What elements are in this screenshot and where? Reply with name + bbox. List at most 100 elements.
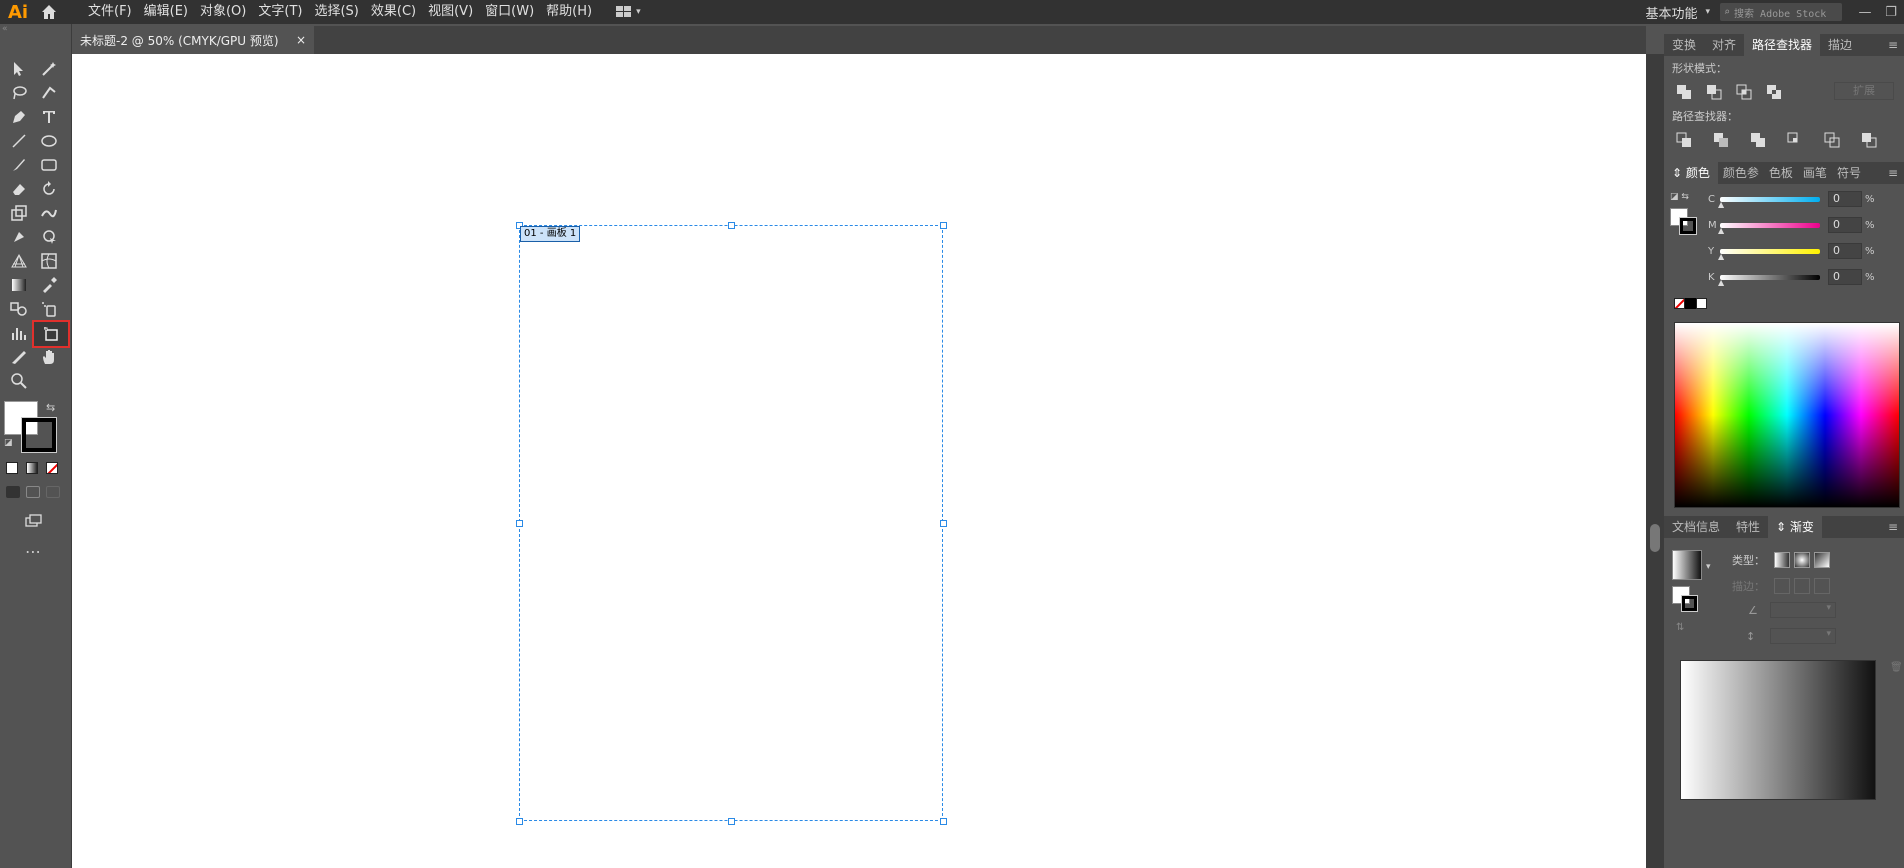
- type-tool-icon[interactable]: [36, 106, 62, 128]
- artboard-handle[interactable]: [940, 520, 947, 527]
- exclude-icon[interactable]: [1764, 82, 1784, 102]
- home-icon[interactable]: [36, 1, 62, 23]
- tab-symbols[interactable]: 符号: [1832, 162, 1866, 184]
- linear-gradient-icon[interactable]: [1774, 552, 1790, 568]
- tab-transform[interactable]: 变换: [1664, 34, 1704, 56]
- artboard-handle[interactable]: [516, 818, 523, 825]
- draw-behind-icon[interactable]: [26, 486, 40, 498]
- reverse-gradient-icon[interactable]: ⇅: [1676, 622, 1684, 633]
- puppet-warp-icon[interactable]: [6, 226, 32, 248]
- magic-wand-icon[interactable]: [36, 58, 62, 80]
- menu-help[interactable]: 帮助(H): [540, 0, 598, 24]
- shape-builder-icon[interactable]: [36, 226, 62, 248]
- close-icon[interactable]: ×: [296, 33, 306, 47]
- menu-select[interactable]: 选择(S): [308, 0, 364, 24]
- stroke-along-icon[interactable]: [1794, 578, 1810, 594]
- slice-tool-icon[interactable]: [6, 346, 32, 368]
- unite-icon[interactable]: [1674, 82, 1694, 102]
- tab-gradient[interactable]: ⇕ 渐变: [1768, 516, 1822, 538]
- angle-field[interactable]: ▾: [1770, 602, 1836, 618]
- trash-icon[interactable]: 🗑: [1890, 662, 1903, 673]
- perspective-grid-icon[interactable]: [6, 250, 32, 272]
- aspect-ratio-field[interactable]: ▾: [1770, 628, 1836, 644]
- black-value[interactable]: 0: [1828, 269, 1862, 285]
- stroke-across-icon[interactable]: [1814, 578, 1830, 594]
- blend-tool-icon[interactable]: [6, 298, 32, 320]
- artboard-handle[interactable]: [728, 818, 735, 825]
- artboard-tool-icon[interactable]: [32, 320, 70, 348]
- artboard-handle[interactable]: [940, 222, 947, 229]
- minus-back-icon[interactable]: [1859, 130, 1879, 150]
- menu-file[interactable]: 文件(F): [82, 0, 138, 24]
- merge-icon[interactable]: [1748, 130, 1768, 150]
- stroke-within-icon[interactable]: [1774, 578, 1790, 594]
- gradient-thumbnail[interactable]: [1672, 550, 1702, 580]
- color-mode-icon[interactable]: [6, 462, 18, 474]
- scrollbar-thumb[interactable]: [1650, 524, 1660, 552]
- edit-toolbar-icon[interactable]: ⋯: [20, 540, 46, 562]
- divide-icon[interactable]: [1674, 130, 1694, 150]
- chevron-down-icon[interactable]: ▾: [1706, 562, 1711, 572]
- screen-mode-icon[interactable]: [20, 510, 46, 532]
- stock-search-input[interactable]: ⌕ 搜索 Adobe Stock: [1720, 3, 1842, 21]
- warp-tool-icon[interactable]: [36, 202, 62, 224]
- artboard[interactable]: [519, 225, 943, 821]
- draw-inside-icon[interactable]: [46, 486, 60, 498]
- canvas[interactable]: 01 - 画板 1: [72, 54, 1646, 868]
- artboard-handle[interactable]: [516, 520, 523, 527]
- tab-swatches[interactable]: 色板: [1764, 162, 1798, 184]
- rotate-tool-icon[interactable]: [36, 178, 62, 200]
- curvature-tool-icon[interactable]: [36, 82, 62, 104]
- menu-type[interactable]: 文字(T): [252, 0, 308, 24]
- menu-object[interactable]: 对象(O): [194, 0, 252, 24]
- slider-cyan[interactable]: C ▲ 0 %: [1708, 186, 1898, 212]
- ellipse-tool-icon[interactable]: [36, 130, 62, 152]
- gradient-stroke-swatch[interactable]: [1681, 595, 1698, 612]
- artboard-handle[interactable]: [728, 222, 735, 229]
- tab-document-info[interactable]: 文档信息: [1664, 516, 1728, 538]
- mesh-tool-icon[interactable]: [36, 250, 62, 272]
- tab-brushes[interactable]: 画笔: [1798, 162, 1832, 184]
- magenta-value[interactable]: 0: [1828, 217, 1862, 233]
- radial-gradient-icon[interactable]: [1794, 552, 1810, 568]
- draw-normal-icon[interactable]: [6, 486, 20, 498]
- menu-view[interactable]: 视图(V): [422, 0, 479, 24]
- collapse-icon[interactable]: «: [2, 24, 8, 34]
- tab-attributes[interactable]: 特性: [1728, 516, 1768, 538]
- workspace-switcher[interactable]: 基本功能: [1645, 3, 1697, 22]
- white-swatch[interactable]: [1696, 298, 1707, 309]
- swap-fill-stroke-icon[interactable]: ⇆: [46, 401, 55, 414]
- stroke-swatch[interactable]: [21, 417, 57, 453]
- panel-menu-icon[interactable]: ≡: [1882, 162, 1904, 184]
- line-tool-icon[interactable]: [6, 130, 32, 152]
- vertical-scrollbar[interactable]: [1646, 54, 1664, 868]
- document-tab[interactable]: 未标题-2 @ 50% (CMYK/GPU 预览) ×: [72, 26, 314, 54]
- paintbrush-tool-icon[interactable]: [6, 154, 32, 176]
- menu-effect[interactable]: 效果(C): [365, 0, 422, 24]
- slider-black[interactable]: K ▲ 0 %: [1708, 264, 1898, 290]
- minimize-button[interactable]: —: [1852, 3, 1878, 21]
- hand-tool-icon[interactable]: [36, 346, 62, 368]
- trim-icon[interactable]: [1711, 130, 1731, 150]
- symbol-sprayer-icon[interactable]: [36, 298, 62, 320]
- slider-magenta[interactable]: M ▲ 0 %: [1708, 212, 1898, 238]
- black-swatch[interactable]: [1685, 298, 1696, 309]
- eyedropper-icon[interactable]: [36, 274, 62, 296]
- minus-front-icon[interactable]: [1704, 82, 1724, 102]
- menu-window[interactable]: 窗口(W): [479, 0, 540, 24]
- tab-stroke[interactable]: 描边: [1820, 34, 1860, 56]
- zoom-tool-icon[interactable]: [6, 370, 32, 392]
- outline-icon[interactable]: [1822, 130, 1842, 150]
- color-spectrum[interactable]: [1674, 322, 1900, 508]
- panel-stroke-swatch[interactable]: [1679, 217, 1697, 235]
- restore-button[interactable]: ❐: [1878, 3, 1904, 21]
- pen-tool-icon[interactable]: [6, 106, 32, 128]
- rectangle-tool-icon[interactable]: [36, 154, 62, 176]
- none-swatch[interactable]: [1674, 298, 1685, 309]
- tab-pathfinder[interactable]: 路径查找器: [1744, 34, 1821, 56]
- default-colors-icon[interactable]: ◪: [4, 438, 13, 448]
- expand-button[interactable]: 扩展: [1834, 82, 1894, 100]
- tab-color[interactable]: ⇕ 颜色: [1664, 162, 1718, 184]
- default-colors-icon[interactable]: ◪ ⇆: [1670, 192, 1689, 202]
- panel-menu-icon[interactable]: ≡: [1882, 516, 1904, 538]
